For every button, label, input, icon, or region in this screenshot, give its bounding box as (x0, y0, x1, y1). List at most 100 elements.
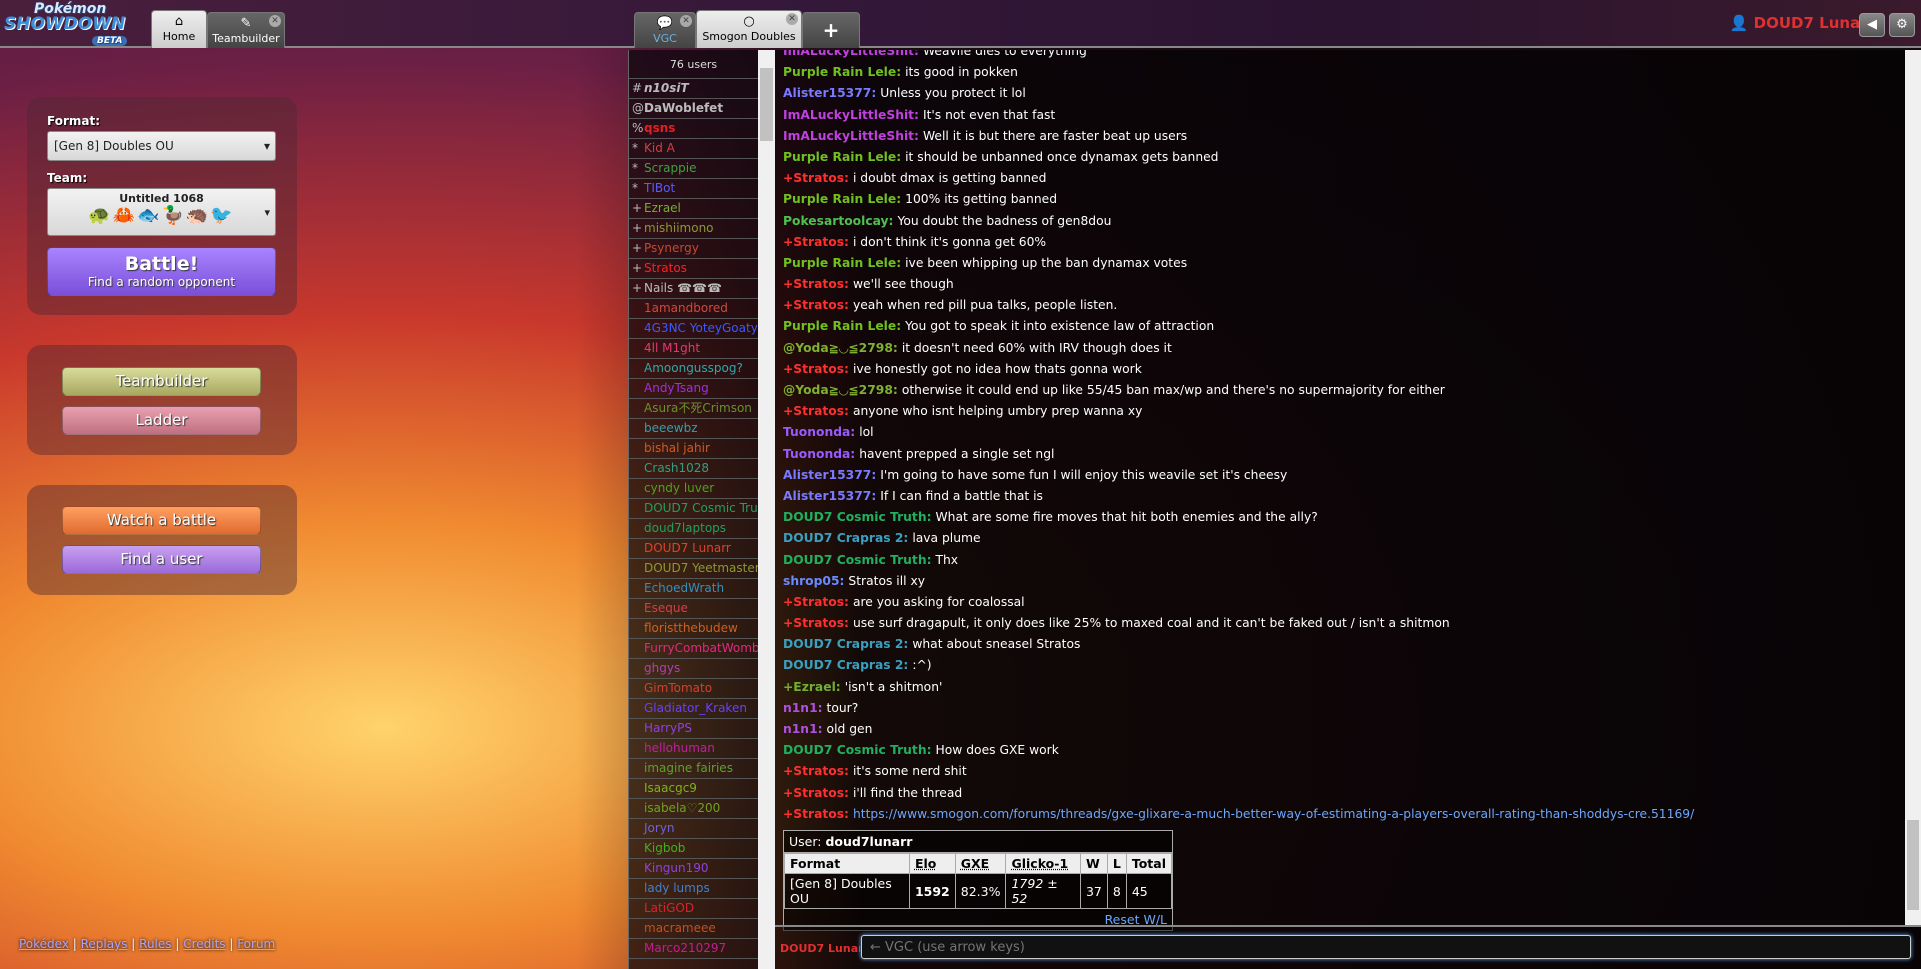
user-list-item[interactable]: FurryCombatWombat (629, 639, 758, 659)
forum-link[interactable]: Forum (237, 937, 275, 951)
chat-username[interactable]: ImALuckyLittleShit: (783, 50, 919, 58)
credits-link[interactable]: Credits (183, 937, 225, 951)
user-list-item[interactable]: Joryn (629, 819, 758, 839)
tab-teambuilder[interactable]: ✎ Teambuilder ✕ (207, 12, 285, 48)
new-tab-button[interactable]: + (802, 12, 860, 48)
chat-username[interactable]: +Stratos: (783, 171, 849, 185)
chat-username[interactable]: +Stratos: (783, 235, 849, 249)
user-list-item[interactable]: Kingun190 (629, 859, 758, 879)
chat-username[interactable]: shrop05: (783, 574, 844, 588)
scroll-thumb[interactable] (760, 68, 773, 141)
user-list-item[interactable]: DOUD7 Lunarr (629, 539, 758, 559)
user-list-item[interactable]: floristthebudew (629, 619, 758, 639)
user-list-item[interactable]: DOUD7 Cosmic Truth (629, 499, 758, 519)
user-list-item[interactable]: GimTomato (629, 679, 758, 699)
chat-username[interactable]: ImALuckyLittleShit: (783, 129, 919, 143)
user-button[interactable]: 👤 DOUD7 Lunarr (1730, 14, 1875, 32)
chat-username[interactable]: Purple Rain Lele: (783, 65, 901, 79)
user-list-item[interactable]: 4ll M1ght (629, 339, 758, 359)
user-list-item[interactable]: cyndy luver (629, 479, 758, 499)
user-list-item[interactable]: + Stratos (629, 259, 758, 279)
user-list-item[interactable]: Eseque (629, 599, 758, 619)
scroll-thumb[interactable] (1907, 820, 1919, 910)
close-icon[interactable]: ✕ (680, 15, 692, 27)
chat-username[interactable]: Tuononda: (783, 447, 855, 461)
chat-scrollbar[interactable] (1905, 50, 1921, 925)
user-list-item[interactable]: doud7laptops (629, 519, 758, 539)
user-list-item[interactable]: * Scrappie (629, 159, 758, 179)
chat-username[interactable]: +Stratos: (783, 786, 849, 800)
user-list-item[interactable]: 1amandbored (629, 299, 758, 319)
chat-username[interactable]: Tuononda: (783, 425, 855, 439)
chat-input[interactable] (861, 935, 1911, 959)
chat-username[interactable]: +Stratos: (783, 616, 849, 630)
user-list-item[interactable]: Gladiator_Kraken (629, 699, 758, 719)
chat-username[interactable]: DOUD7 Crapras 2: (783, 637, 908, 651)
user-list-item[interactable]: EchoedWrath (629, 579, 758, 599)
chat-username[interactable]: Alister15377: (783, 489, 876, 503)
user-list-item[interactable]: imagine fairies (629, 759, 758, 779)
user-list-item[interactable]: Kigbob (629, 839, 758, 859)
user-list-item[interactable]: + mishiimono (629, 219, 758, 239)
user-list-item[interactable]: * Kid A (629, 139, 758, 159)
chat-username[interactable]: +Stratos: (783, 277, 849, 291)
chat-username[interactable]: n1n1: (783, 701, 823, 715)
user-list-item[interactable]: hellohuman (629, 739, 758, 759)
teambuilder-button[interactable]: Teambuilder (62, 367, 261, 396)
user-list-item[interactable]: HarryPS (629, 719, 758, 739)
tab-smogon-doubles[interactable]: ○ Smogon Doubles ✕ (696, 10, 802, 48)
user-list-item[interactable]: ghgys (629, 659, 758, 679)
team-select[interactable]: Untitled 1068 🐢🦀🐟🦆🦔🐦 ▾ (47, 188, 276, 236)
tab-vgc[interactable]: 💬 VGC ✕ (634, 12, 696, 48)
chat-username[interactable]: n1n1: (783, 722, 823, 736)
chat-username[interactable]: Alister15377: (783, 86, 876, 100)
format-select[interactable]: [Gen 8] Doubles OU ▾ (47, 131, 276, 161)
replays-link[interactable]: Replays (81, 937, 128, 951)
user-list-item[interactable]: AndyTsang (629, 379, 758, 399)
chat-username[interactable]: Pokesartoolcay: (783, 214, 893, 228)
user-list-item[interactable]: %qsns (629, 119, 758, 139)
chat-username[interactable]: Purple Rain Lele: (783, 150, 901, 164)
user-list-item[interactable]: Amoongusspog? (629, 359, 758, 379)
user-list-item[interactable]: @DaWoblefet (629, 99, 758, 119)
userlist-scrollbar[interactable] (758, 50, 775, 969)
user-list-item[interactable]: DOUD7 Yeetmaster (629, 559, 758, 579)
user-list-item[interactable]: beeewbz (629, 419, 758, 439)
find-user-button[interactable]: Find a user (62, 545, 261, 574)
tab-home[interactable]: ⌂ Home (151, 10, 207, 48)
user-list-item[interactable]: Asura不死Crimson (629, 399, 758, 419)
chat-username[interactable]: DOUD7 Cosmic Truth: (783, 510, 932, 524)
pokedex-link[interactable]: Pokédex (19, 937, 69, 951)
chat-username[interactable]: Purple Rain Lele: (783, 256, 901, 270)
chat-username[interactable]: DOUD7 Cosmic Truth: (783, 743, 932, 757)
chat-username[interactable]: Alister15377: (783, 468, 876, 482)
sound-button[interactable]: ◀ (1859, 13, 1885, 37)
ladder-button[interactable]: Ladder (62, 406, 261, 435)
user-list-item[interactable]: bishal jahir (629, 439, 758, 459)
chat-username[interactable]: +Stratos: (783, 362, 849, 376)
chat-username[interactable]: +Stratos: (783, 807, 849, 821)
chat-username[interactable]: @Yoda≧◡≦2798: (783, 383, 898, 397)
user-list-item[interactable]: 4G3NC YoteyGoaty (629, 319, 758, 339)
user-list-item[interactable]: * TIBot (629, 179, 758, 199)
chat-username[interactable]: @Yoda≧◡≦2798: (783, 341, 898, 355)
chat-username[interactable]: +Stratos: (783, 595, 849, 609)
user-list-item[interactable]: + Ezrael (629, 199, 758, 219)
user-list-item[interactable]: macrameee (629, 919, 758, 939)
close-icon[interactable]: ✕ (269, 15, 281, 27)
user-list-item[interactable]: + Nails ☎☎☎ (629, 279, 758, 299)
chat-username[interactable]: Purple Rain Lele: (783, 192, 901, 206)
user-list-item[interactable]: Marco210297 (629, 939, 758, 959)
rules-link[interactable]: Rules (139, 937, 171, 951)
chat-username[interactable]: +Stratos: (783, 404, 849, 418)
chat-username[interactable]: ImALuckyLittleShit: (783, 108, 919, 122)
chat-username[interactable]: DOUD7 Crapras 2: (783, 531, 908, 545)
user-list-item[interactable]: isabela♡200 (629, 799, 758, 819)
chat-username[interactable]: +Stratos: (783, 298, 849, 312)
battle-button[interactable]: Battle! Find a random opponent (47, 247, 276, 296)
chat-username[interactable]: Purple Rain Lele: (783, 319, 901, 333)
watch-battle-button[interactable]: Watch a battle (62, 506, 261, 535)
chat-link[interactable]: https://www.smogon.com/forums/threads/gx… (853, 807, 1694, 821)
chat-username[interactable]: +Stratos: (783, 764, 849, 778)
settings-button[interactable]: ⚙ (1889, 13, 1915, 37)
